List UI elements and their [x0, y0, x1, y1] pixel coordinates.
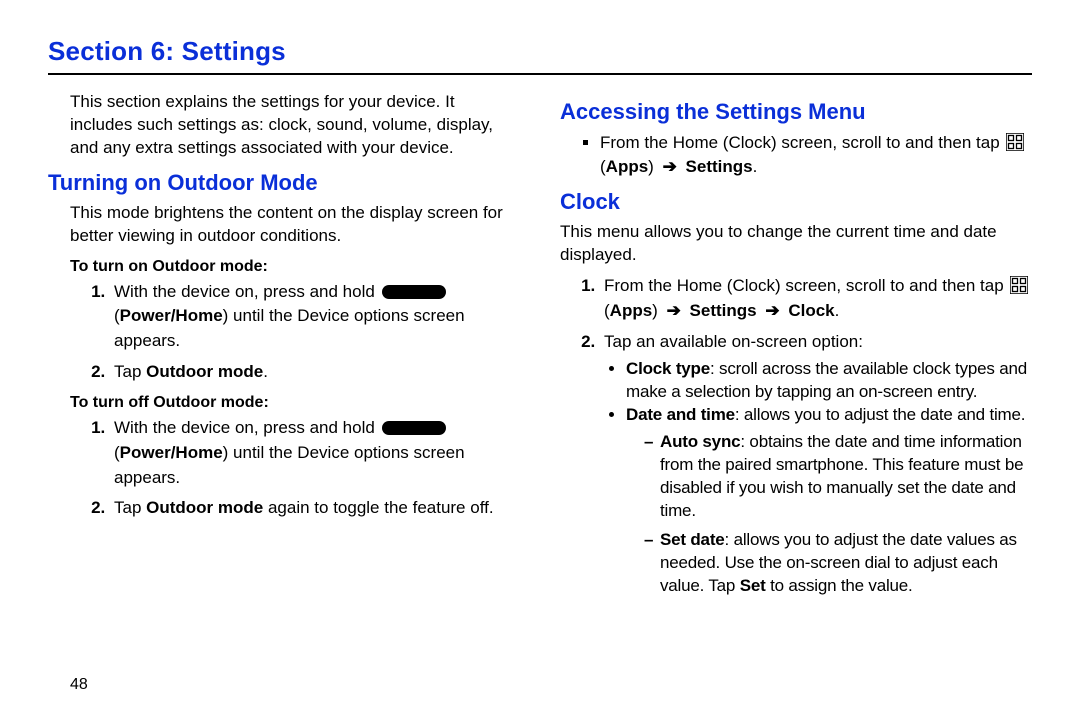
option-text: : allows you to adjust the date and time… [735, 405, 1025, 424]
clock-label: Clock [788, 301, 834, 320]
left-column: This section explains the settings for y… [48, 89, 520, 604]
clock-description: This menu allows you to change the curre… [560, 221, 1032, 267]
section-title: Section 6: Settings [48, 36, 1032, 67]
list-item: Clock type: scroll across the available … [626, 358, 1032, 404]
paren-close: ) [648, 157, 658, 176]
step-text: Tap [114, 362, 146, 381]
list-item: Tap Outdoor mode again to toggle the fea… [110, 496, 520, 521]
settings-label: Settings [686, 157, 753, 176]
set-label: Set [740, 576, 766, 595]
arrow-icon: ➔ [667, 299, 681, 324]
arrow-icon: ➔ [663, 155, 677, 179]
heading-outdoor-mode: Turning on Outdoor Mode [48, 170, 520, 196]
arrow-icon: ➔ [765, 299, 779, 324]
clock-options: Clock type: scroll across the available … [604, 358, 1032, 597]
access-steps: From the Home (Clock) screen, scroll to … [582, 131, 1032, 179]
step-text: With the device on, press and hold [114, 418, 380, 437]
list-item: With the device on, press and hold (Powe… [110, 280, 520, 354]
list-item: Tap Outdoor mode. [110, 360, 520, 385]
apps-label: Apps [610, 301, 653, 320]
power-home-label: Power/Home [120, 306, 223, 325]
page-number: 48 [70, 676, 88, 694]
turn-on-steps: With the device on, press and hold (Powe… [90, 280, 520, 385]
date-time-suboptions: Auto sync: obtains the date and time inf… [626, 431, 1032, 598]
power-home-label: Power/Home [120, 443, 223, 462]
outdoor-mode-label: Outdoor mode [146, 362, 263, 381]
apps-label: Apps [606, 157, 649, 176]
power-home-key-icon [382, 285, 446, 299]
step-text: From the Home (Clock) screen, scroll to … [600, 133, 1004, 152]
list-item: Date and time: allows you to adjust the … [626, 404, 1032, 598]
subhead-turn-off: To turn off Outdoor mode: [70, 394, 520, 412]
step-text: From the Home (Clock) screen, scroll to … [604, 276, 1008, 295]
step-text: Tap an available on-screen option: [604, 332, 863, 351]
power-home-key-icon [382, 421, 446, 435]
settings-label: Settings [690, 301, 757, 320]
content-columns: This section explains the settings for y… [48, 89, 1032, 604]
list-item: With the device on, press and hold (Powe… [110, 416, 520, 490]
list-item: Auto sync: obtains the date and time inf… [644, 431, 1032, 523]
manual-page: Section 6: Settings This section explain… [0, 0, 1080, 720]
paren-close: ) [652, 301, 662, 320]
turn-off-steps: With the device on, press and hold (Powe… [90, 416, 520, 521]
outdoor-mode-label: Outdoor mode [146, 498, 263, 517]
list-item: Set date: allows you to adjust the date … [644, 529, 1032, 598]
period: . [753, 157, 758, 176]
step-text: Tap [114, 498, 146, 517]
list-item: Tap an available on-screen option: Clock… [600, 330, 1032, 598]
option-clock-type: Clock type [626, 359, 710, 378]
clock-steps: From the Home (Clock) screen, scroll to … [580, 274, 1032, 597]
option-text: to assign the value. [766, 576, 913, 595]
step-text: again to toggle the feature off. [263, 498, 493, 517]
intro-text: This section explains the settings for y… [70, 91, 520, 160]
option-auto-sync: Auto sync [660, 432, 740, 451]
right-column: Accessing the Settings Menu From the Hom… [560, 89, 1032, 604]
step-text: With the device on, press and hold [114, 282, 380, 301]
apps-grid-icon [1010, 276, 1028, 294]
step-text: . [263, 362, 268, 381]
heading-accessing-settings: Accessing the Settings Menu [560, 99, 1032, 125]
subhead-turn-on: To turn on Outdoor mode: [70, 258, 520, 276]
list-item: From the Home (Clock) screen, scroll to … [600, 274, 1032, 323]
option-set-date: Set date [660, 530, 725, 549]
list-item: From the Home (Clock) screen, scroll to … [600, 131, 1032, 179]
section-rule [48, 73, 1032, 75]
option-date-time: Date and time [626, 405, 735, 424]
apps-grid-icon [1006, 133, 1024, 151]
heading-clock: Clock [560, 189, 1032, 215]
outdoor-description: This mode brightens the content on the d… [70, 202, 520, 248]
period: . [835, 301, 840, 320]
